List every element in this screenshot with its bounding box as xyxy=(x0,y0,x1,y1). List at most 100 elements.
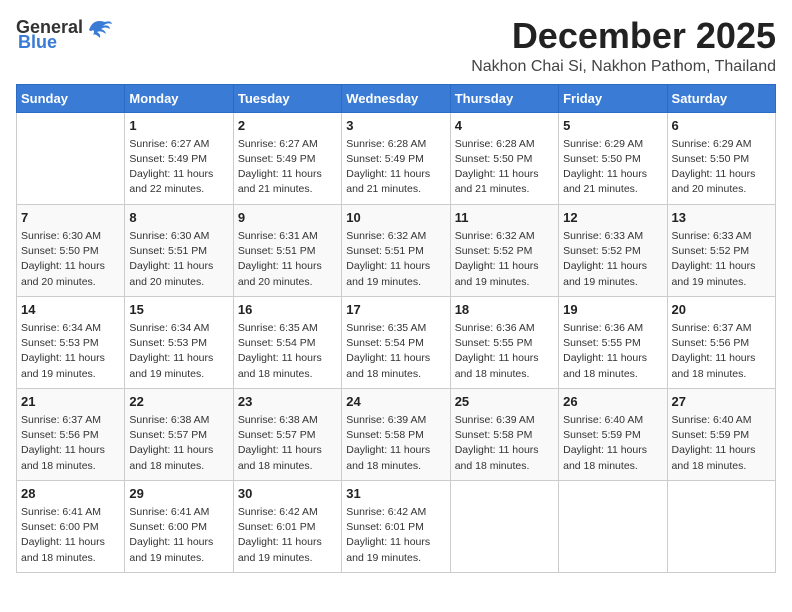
day-number: 28 xyxy=(21,485,120,503)
day-number: 13 xyxy=(672,209,771,227)
calendar-day-cell: 7 Sunrise: 6:30 AM Sunset: 5:50 PM Daylig… xyxy=(17,204,125,296)
weekday-header: Monday xyxy=(125,84,233,112)
day-info: Sunrise: 6:30 AM Sunset: 5:51 PM Dayligh… xyxy=(129,229,228,290)
calendar-day-cell: 24 Sunrise: 6:39 AM Sunset: 5:58 PM Dayli… xyxy=(342,388,450,480)
calendar-day-cell: 16Sunrise: 6:35 AM Sunset: 5:54 PM Dayli… xyxy=(233,296,341,388)
logo-bird-icon xyxy=(85,16,113,38)
subtitle: Nakhon Chai Si, Nakhon Pathom, Thailand xyxy=(471,58,776,76)
calendar-day-cell: 28 Sunrise: 6:41 AM Sunset: 6:00 PM Dayli… xyxy=(17,480,125,572)
day-info: Sunrise: 6:27 AM Sunset: 5:49 PM Dayligh… xyxy=(129,137,228,198)
calendar-day-cell: 30 Sunrise: 6:42 AM Sunset: 6:01 PM Dayli… xyxy=(233,480,341,572)
calendar-day-cell: 31 Sunrise: 6:42 AM Sunset: 6:01 PM Dayli… xyxy=(342,480,450,572)
day-number: 31 xyxy=(346,485,445,503)
calendar-week-row: 1 Sunrise: 6:27 AM Sunset: 5:49 PM Daylig… xyxy=(17,112,776,204)
day-number: 1 xyxy=(129,117,228,135)
day-info: Sunrise: 6:38 AM Sunset: 5:57 PM Dayligh… xyxy=(129,413,228,474)
day-info: Sunrise: 6:28 AM Sunset: 5:49 PM Dayligh… xyxy=(346,137,445,198)
day-number: 20 xyxy=(672,301,771,319)
day-info: Sunrise: 6:30 AM Sunset: 5:50 PM Dayligh… xyxy=(21,229,120,290)
day-info: Sunrise: 6:29 AM Sunset: 5:50 PM Dayligh… xyxy=(672,137,771,198)
calendar-day-cell: 19Sunrise: 6:36 AM Sunset: 5:55 PM Dayli… xyxy=(559,296,667,388)
calendar-day-cell: 29 Sunrise: 6:41 AM Sunset: 6:00 PM Dayli… xyxy=(125,480,233,572)
calendar-day-cell: 17 Sunrise: 6:35 AM Sunset: 5:54 PM Dayli… xyxy=(342,296,450,388)
day-number: 15 xyxy=(129,301,228,319)
logo-blue: Blue xyxy=(18,32,57,53)
day-number: 9 xyxy=(238,209,337,227)
day-number: 26 xyxy=(563,393,662,411)
day-number: 24 xyxy=(346,393,445,411)
day-info: Sunrise: 6:42 AM Sunset: 6:01 PM Dayligh… xyxy=(238,505,337,566)
calendar-day-cell: 4 Sunrise: 6:28 AM Sunset: 5:50 PM Daylig… xyxy=(450,112,558,204)
day-info: Sunrise: 6:33 AM Sunset: 5:52 PM Dayligh… xyxy=(672,229,771,290)
day-info: Sunrise: 6:31 AM Sunset: 5:51 PM Dayligh… xyxy=(238,229,337,290)
day-info: Sunrise: 6:42 AM Sunset: 6:01 PM Dayligh… xyxy=(346,505,445,566)
calendar-week-row: 21Sunrise: 6:37 AM Sunset: 5:56 PM Dayli… xyxy=(17,388,776,480)
calendar-day-cell: 15 Sunrise: 6:34 AM Sunset: 5:53 PM Dayli… xyxy=(125,296,233,388)
day-info: Sunrise: 6:41 AM Sunset: 6:00 PM Dayligh… xyxy=(21,505,120,566)
day-number: 17 xyxy=(346,301,445,319)
calendar-day-cell: 22Sunrise: 6:38 AM Sunset: 5:57 PM Dayli… xyxy=(125,388,233,480)
calendar-day-cell: 2 Sunrise: 6:27 AM Sunset: 5:49 PM Daylig… xyxy=(233,112,341,204)
calendar-day-cell: 21Sunrise: 6:37 AM Sunset: 5:56 PM Dayli… xyxy=(17,388,125,480)
day-info: Sunrise: 6:36 AM Sunset: 5:55 PM Dayligh… xyxy=(563,321,662,382)
day-info: Sunrise: 6:32 AM Sunset: 5:52 PM Dayligh… xyxy=(455,229,554,290)
day-info: Sunrise: 6:34 AM Sunset: 5:53 PM Dayligh… xyxy=(129,321,228,382)
day-number: 25 xyxy=(455,393,554,411)
day-number: 2 xyxy=(238,117,337,135)
day-info: Sunrise: 6:32 AM Sunset: 5:51 PM Dayligh… xyxy=(346,229,445,290)
title-block: December 2025 Nakhon Chai Si, Nakhon Pat… xyxy=(471,16,776,76)
day-number: 4 xyxy=(455,117,554,135)
calendar-day-cell: 25 Sunrise: 6:39 AM Sunset: 5:58 PM Dayli… xyxy=(450,388,558,480)
calendar-week-row: 14 Sunrise: 6:34 AM Sunset: 5:53 PM Dayli… xyxy=(17,296,776,388)
day-number: 14 xyxy=(21,301,120,319)
weekday-header: Sunday xyxy=(17,84,125,112)
day-number: 10 xyxy=(346,209,445,227)
calendar-day-cell: 26 Sunrise: 6:40 AM Sunset: 5:59 PM Dayli… xyxy=(559,388,667,480)
day-number: 7 xyxy=(21,209,120,227)
calendar-table: SundayMondayTuesdayWednesdayThursdayFrid… xyxy=(16,84,776,573)
calendar-day-cell: 6 Sunrise: 6:29 AM Sunset: 5:50 PM Daylig… xyxy=(667,112,775,204)
calendar-day-cell xyxy=(17,112,125,204)
day-info: Sunrise: 6:37 AM Sunset: 5:56 PM Dayligh… xyxy=(21,413,120,474)
day-number: 8 xyxy=(129,209,228,227)
weekday-header: Thursday xyxy=(450,84,558,112)
calendar-day-cell: 23Sunrise: 6:38 AM Sunset: 5:57 PM Dayli… xyxy=(233,388,341,480)
day-info: Sunrise: 6:35 AM Sunset: 5:54 PM Dayligh… xyxy=(346,321,445,382)
day-number: 23 xyxy=(238,393,337,411)
calendar-day-cell: 11Sunrise: 6:32 AM Sunset: 5:52 PM Dayli… xyxy=(450,204,558,296)
calendar-day-cell: 14 Sunrise: 6:34 AM Sunset: 5:53 PM Dayli… xyxy=(17,296,125,388)
calendar-day-cell xyxy=(450,480,558,572)
day-number: 30 xyxy=(238,485,337,503)
day-info: Sunrise: 6:29 AM Sunset: 5:50 PM Dayligh… xyxy=(563,137,662,198)
calendar-day-cell: 27Sunrise: 6:40 AM Sunset: 5:59 PM Dayli… xyxy=(667,388,775,480)
weekday-header: Wednesday xyxy=(342,84,450,112)
day-number: 5 xyxy=(563,117,662,135)
day-info: Sunrise: 6:28 AM Sunset: 5:50 PM Dayligh… xyxy=(455,137,554,198)
day-number: 3 xyxy=(346,117,445,135)
page-header: General Blue December 2025 Nakhon Chai S… xyxy=(16,16,776,76)
weekday-header: Saturday xyxy=(667,84,775,112)
day-number: 27 xyxy=(672,393,771,411)
calendar-day-cell: 12Sunrise: 6:33 AM Sunset: 5:52 PM Dayli… xyxy=(559,204,667,296)
day-info: Sunrise: 6:41 AM Sunset: 6:00 PM Dayligh… xyxy=(129,505,228,566)
calendar-day-cell: 13 Sunrise: 6:33 AM Sunset: 5:52 PM Dayli… xyxy=(667,204,775,296)
day-info: Sunrise: 6:39 AM Sunset: 5:58 PM Dayligh… xyxy=(455,413,554,474)
day-info: Sunrise: 6:39 AM Sunset: 5:58 PM Dayligh… xyxy=(346,413,445,474)
day-info: Sunrise: 6:34 AM Sunset: 5:53 PM Dayligh… xyxy=(21,321,120,382)
day-info: Sunrise: 6:36 AM Sunset: 5:55 PM Dayligh… xyxy=(455,321,554,382)
day-number: 29 xyxy=(129,485,228,503)
day-info: Sunrise: 6:27 AM Sunset: 5:49 PM Dayligh… xyxy=(238,137,337,198)
day-number: 16 xyxy=(238,301,337,319)
calendar-day-cell: 10 Sunrise: 6:32 AM Sunset: 5:51 PM Dayli… xyxy=(342,204,450,296)
weekday-header: Tuesday xyxy=(233,84,341,112)
day-info: Sunrise: 6:40 AM Sunset: 5:59 PM Dayligh… xyxy=(563,413,662,474)
calendar-day-cell xyxy=(559,480,667,572)
calendar-day-cell: 20 Sunrise: 6:37 AM Sunset: 5:56 PM Dayli… xyxy=(667,296,775,388)
calendar-week-row: 28 Sunrise: 6:41 AM Sunset: 6:00 PM Dayli… xyxy=(17,480,776,572)
day-number: 6 xyxy=(672,117,771,135)
day-info: Sunrise: 6:37 AM Sunset: 5:56 PM Dayligh… xyxy=(672,321,771,382)
main-title: December 2025 xyxy=(471,16,776,56)
day-number: 18 xyxy=(455,301,554,319)
calendar-day-cell: 18 Sunrise: 6:36 AM Sunset: 5:55 PM Dayli… xyxy=(450,296,558,388)
calendar-week-row: 7 Sunrise: 6:30 AM Sunset: 5:50 PM Daylig… xyxy=(17,204,776,296)
